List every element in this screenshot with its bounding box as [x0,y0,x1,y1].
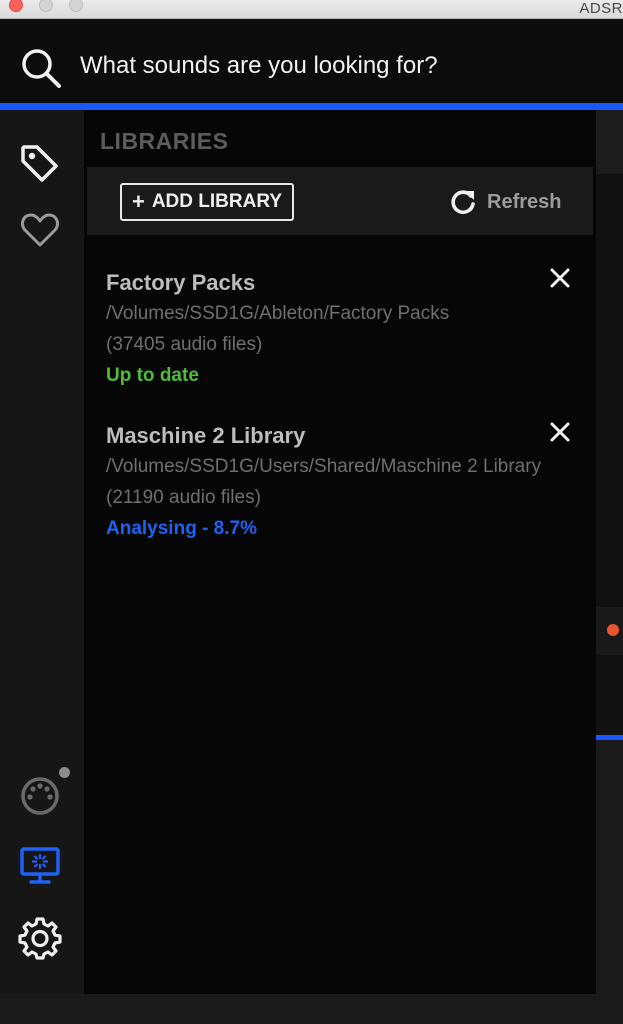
sidebar [0,110,84,994]
library-path: /Volumes/SSD1G/Users/Shared/Maschine 2 L… [106,456,542,477]
list-item: Factory Packs /Volumes/SSD1G/Ableton/Fac… [106,268,576,391]
add-library-button[interactable]: + ADD LIBRARY [120,183,294,221]
remove-library-button[interactable] [548,420,572,444]
right-panel-lower [596,740,623,994]
add-library-label: ADD LIBRARY [151,191,283,212]
library-file-count: (21190 audio files) [106,487,261,508]
plus-icon: + [131,189,145,214]
right-panel-edge [596,110,623,994]
minimize-window-button[interactable] [39,0,53,12]
page-title: LIBRARIES [100,128,229,154]
zoom-window-button[interactable] [69,0,83,12]
window-title: ADSR [579,0,623,17]
gear-icon[interactable] [17,915,63,961]
library-name: Factory Packs [106,270,256,295]
library-name: Maschine 2 Library [106,423,306,448]
right-panel-header [596,110,623,174]
library-status: Up to date [106,365,199,386]
search-icon[interactable] [20,47,62,89]
close-window-button[interactable] [9,0,23,12]
list-item: Maschine 2 Library /Volumes/SSD1G/Users/… [106,421,576,544]
remove-library-button[interactable] [548,266,572,290]
library-file-count: (37405 audio files) [106,334,263,355]
refresh-label: Refresh [487,190,562,213]
libraries-toolbar: + ADD LIBRARY Refresh [87,167,593,235]
library-path: /Volumes/SSD1G/Ableton/Factory Packs [106,303,450,324]
libraries-panel: LIBRARIES + ADD LIBRARY Refresh Factory … [84,110,596,994]
monitor-icon[interactable] [18,846,62,886]
record-dot-icon [607,624,619,636]
search-underline [0,103,623,110]
refresh-button[interactable]: Refresh [449,184,561,220]
heart-icon[interactable] [20,210,60,250]
title-bar: ADSR [0,0,623,19]
library-status: Analysing - 8.7% [106,518,257,539]
search-bar [0,20,623,103]
search-input[interactable] [80,46,600,86]
midi-icon[interactable] [18,774,62,818]
tag-icon[interactable] [18,142,62,186]
refresh-icon [451,190,475,214]
bottom-bar [0,994,623,1024]
